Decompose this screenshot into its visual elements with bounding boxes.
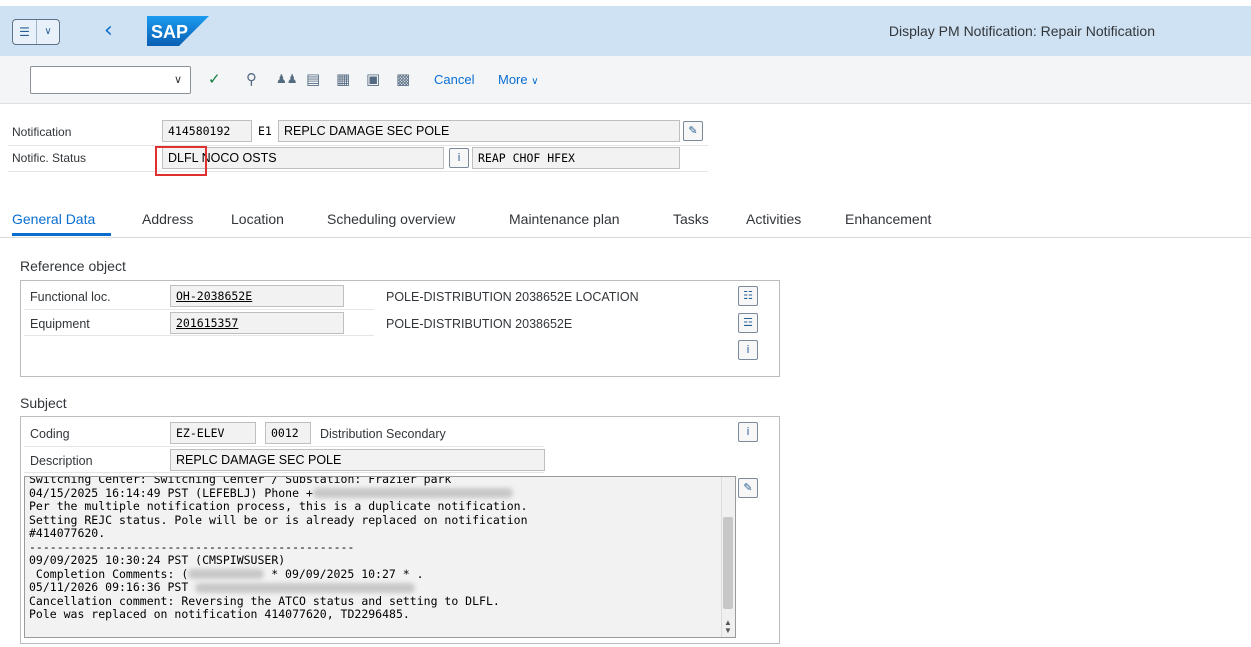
info-icon[interactable]: i (738, 340, 758, 360)
user-status-field[interactable]: REAP CHOF HFEX (472, 147, 680, 169)
application-toolbar: ∨ ✓ ⚲ ♟♟ ▤ ▦ ▣ ▩ Cancel More ∨ (0, 56, 1251, 104)
chevron-down-icon[interactable]: ∨ (174, 73, 182, 86)
long-text-icon[interactable]: ✎ (683, 121, 703, 141)
hierarchy-icon[interactable]: ☲ (738, 313, 758, 333)
info-icon[interactable]: i (449, 148, 469, 168)
shell-bar: ☰ ∨ ‹ SAP Display PM Notification: Repai… (0, 6, 1251, 56)
svg-text:SAP: SAP (151, 22, 188, 42)
tab-enhancement[interactable]: Enhancement (845, 211, 931, 227)
description-field[interactable]: REPLC DAMAGE SEC POLE (170, 449, 545, 471)
structure-icon[interactable]: ☷ (738, 286, 758, 306)
info-icon[interactable]: i (738, 422, 758, 442)
tab-general-data[interactable]: General Data (12, 211, 95, 227)
equipment-label: Equipment (30, 317, 90, 331)
tab-scheduling-overview[interactable]: Scheduling overview (327, 211, 455, 227)
highlight-box (155, 146, 207, 176)
scroll-arrows-icon[interactable]: ▲ ▼ (722, 619, 734, 635)
description-label: Description (30, 454, 93, 468)
menu-icon: ☰ (19, 25, 30, 39)
object-list-icon[interactable]: ▦ (336, 70, 350, 88)
notification-short-text-field[interactable]: REPLC DAMAGE SEC POLE (278, 120, 680, 142)
notification-type: E1 (258, 124, 272, 138)
find-icon[interactable]: ⚲ (246, 70, 257, 88)
tab-tasks[interactable]: Tasks (673, 211, 709, 227)
functional-loc-description: POLE-DISTRIBUTION 2038652E LOCATION (386, 290, 639, 304)
more-button[interactable]: More ∨ (498, 72, 539, 87)
enter-check-icon[interactable]: ✓ (208, 70, 221, 88)
tab-address[interactable]: Address (142, 211, 193, 227)
active-tab-indicator (12, 233, 111, 236)
back-arrow-icon[interactable]: ‹ (104, 18, 113, 43)
notification-label: Notification (12, 125, 72, 139)
scrollbar-thumb[interactable] (723, 517, 733, 609)
coding-description: Distribution Secondary (320, 427, 446, 441)
display-document-icon[interactable]: ▤ (306, 70, 320, 88)
coding-label: Coding (30, 427, 70, 441)
status-label: Notific. Status (12, 151, 87, 165)
functional-loc-field[interactable]: OH-2038652E (170, 285, 344, 307)
functional-loc-label: Functional loc. (30, 290, 111, 304)
partners-icon[interactable]: ♟♟ (276, 70, 298, 88)
edit-long-text-icon[interactable]: ✎ (738, 478, 758, 498)
equipment-description: POLE-DISTRIBUTION 2038652E (386, 317, 573, 331)
long-text-area[interactable]: Switching Center: Switching Center / Sub… (24, 476, 736, 638)
cancel-button[interactable]: Cancel (434, 72, 474, 87)
equipment-field[interactable]: 201615357 (170, 312, 344, 334)
command-field[interactable]: ∨ (30, 66, 191, 94)
system-menu-button[interactable]: ☰ ∨ (12, 19, 60, 45)
tab-location[interactable]: Location (231, 211, 284, 227)
tab-activities[interactable]: Activities (746, 211, 801, 227)
subject-title: Subject (20, 395, 67, 411)
chevron-down-icon: ∨ (531, 76, 539, 87)
coding-group-field[interactable]: EZ-ELEV (170, 422, 256, 444)
chevron-down-icon: ∨ (36, 20, 59, 44)
page-title: Display PM Notification: Repair Notifica… (888, 23, 1155, 39)
action-log-icon[interactable]: ▩ (396, 70, 410, 88)
reference-object-title: Reference object (20, 258, 126, 274)
worklist-icon[interactable]: ▣ (366, 70, 380, 88)
notification-number-field[interactable]: 414580192 (162, 120, 252, 142)
vertical-scrollbar[interactable]: ▲ ▼ (721, 477, 735, 637)
tab-maintenance-plan[interactable]: Maintenance plan (509, 211, 620, 227)
coding-code-field[interactable]: 0012 (265, 422, 311, 444)
sap-logo: SAP (147, 16, 209, 46)
